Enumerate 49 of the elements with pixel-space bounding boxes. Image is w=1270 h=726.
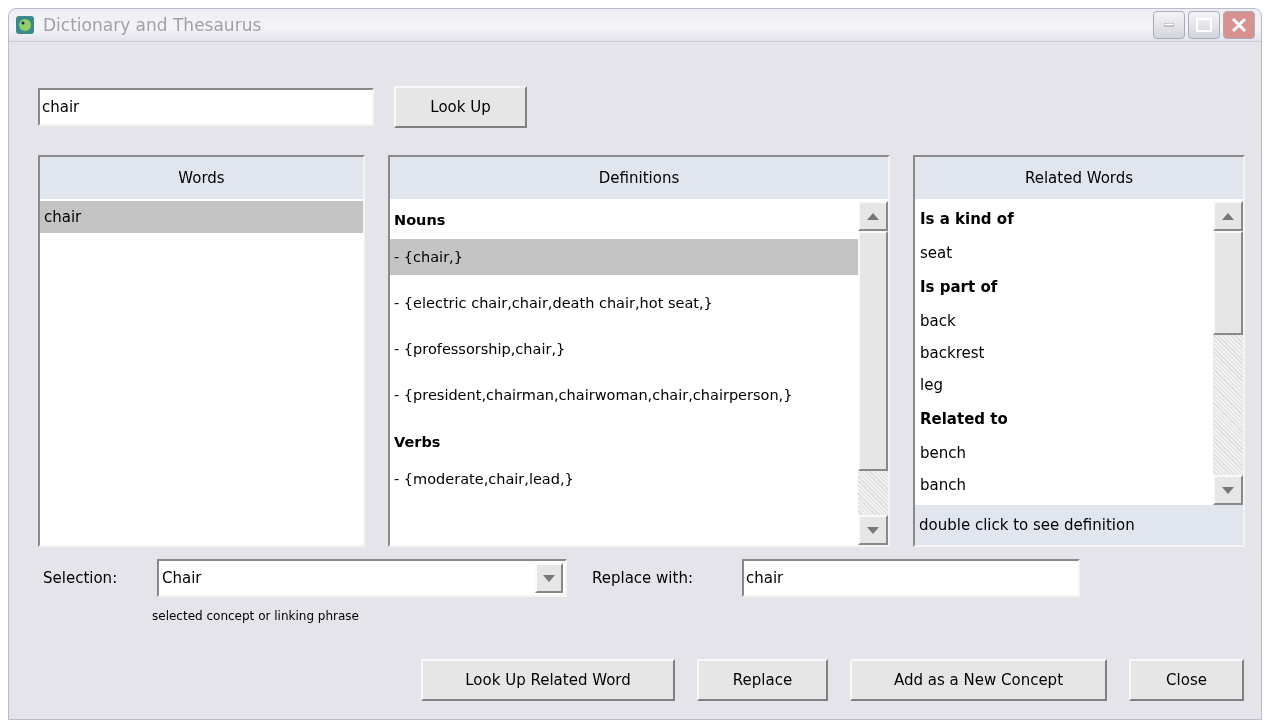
- scrollbar[interactable]: [858, 201, 888, 545]
- definition-item[interactable]: - {moderate,chair,lead,}: [390, 461, 858, 497]
- definition-item[interactable]: - {electric chair,chair,death chair,hot seat,}: [390, 285, 858, 321]
- scroll-down-arrow-icon[interactable]: [543, 574, 555, 582]
- scroll-down-arrow-icon[interactable]: [867, 526, 879, 534]
- relation-heading: Is a kind of: [919, 209, 1015, 230]
- look-up-button[interactable]: Look Up: [394, 86, 527, 128]
- replace-field[interactable]: chair: [742, 559, 1080, 597]
- column-header: Words: [40, 157, 363, 201]
- word-item[interactable]: chair: [40, 201, 363, 233]
- related-word-item[interactable]: banch: [915, 469, 1213, 501]
- section-heading: Verbs: [393, 433, 442, 452]
- related-word-item[interactable]: leg: [915, 369, 1213, 401]
- maximize-icon: [1196, 18, 1212, 32]
- related-word-item[interactable]: bench: [915, 437, 1213, 469]
- scrollbar-thumb[interactable]: [1213, 231, 1243, 335]
- section-heading: Nouns: [393, 211, 447, 230]
- scroll-up-arrow-icon[interactable]: [867, 212, 879, 220]
- scrollbar[interactable]: [1213, 201, 1243, 505]
- selection-dropdown[interactable]: Chair: [157, 559, 567, 597]
- close-button[interactable]: [1223, 11, 1255, 39]
- scrollbar-thumb[interactable]: [858, 231, 888, 471]
- hint-text: double click to see definition: [915, 505, 1243, 545]
- related-word-item[interactable]: seat: [915, 237, 1213, 269]
- close-icon: [1231, 17, 1247, 33]
- scroll-down-arrow-icon[interactable]: [1222, 486, 1234, 494]
- app-icon: [15, 15, 35, 35]
- related-word-item[interactable]: backrest: [915, 337, 1213, 369]
- related-word-item[interactable]: back: [915, 305, 1213, 337]
- selection-label: Selection:: [43, 569, 119, 587]
- relation-heading: Related to: [919, 409, 1009, 430]
- dialog-button[interactable]: Look Up Related Word: [421, 659, 675, 701]
- window-title: Dictionary and Thesaurus: [43, 15, 263, 35]
- minimize-icon: [1164, 23, 1174, 27]
- dialog-button[interactable]: Add as a New Concept: [850, 659, 1107, 701]
- dialog-button[interactable]: Close: [1129, 659, 1244, 701]
- selection-hint: selected concept or linking phrase: [152, 609, 360, 623]
- definition-item[interactable]: - {president,chairman,chairwoman,chair,chairperson,}: [390, 377, 858, 413]
- search-field[interactable]: chair: [38, 88, 374, 126]
- definition-item[interactable]: - {professorship,chair,}: [390, 331, 858, 367]
- maximize-button[interactable]: [1188, 11, 1220, 39]
- scroll-up-arrow-icon[interactable]: [1222, 212, 1234, 220]
- replace-label: Replace with:: [592, 569, 694, 587]
- column-header: Related Words: [915, 157, 1243, 201]
- minimize-button[interactable]: [1153, 11, 1185, 39]
- definition-item[interactable]: - {chair,}: [390, 239, 858, 275]
- column-header: Definitions: [390, 157, 888, 201]
- relation-heading: Is part of: [919, 277, 999, 298]
- dialog-button[interactable]: Replace: [697, 659, 828, 701]
